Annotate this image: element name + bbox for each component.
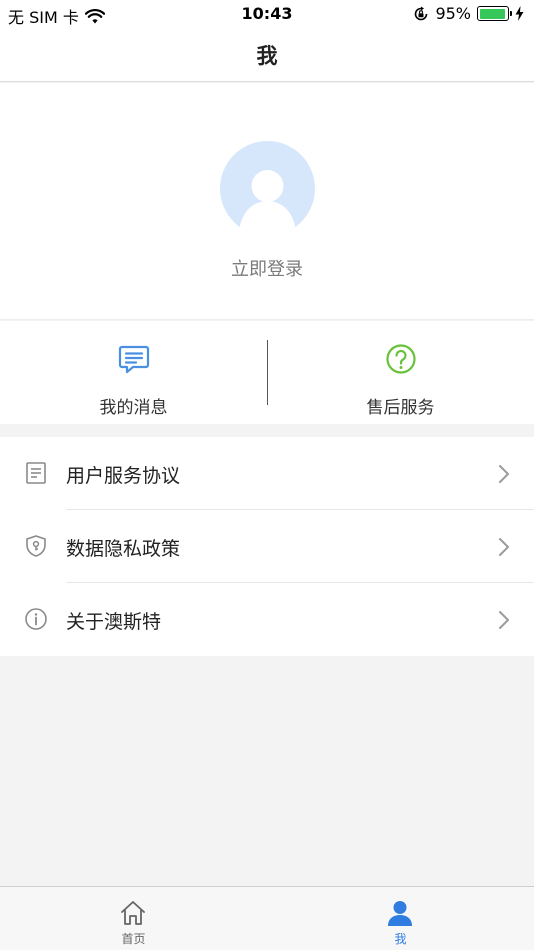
battery-percent: 95% [435,4,471,23]
tab-me[interactable]: 我 [267,887,534,950]
status-bar: 无 SIM 卡 10:43 95% [0,0,534,28]
battery-icon [477,6,512,21]
list-item-label: 用户服务协议 [66,465,181,487]
status-right: 95% [413,4,524,23]
tab-home-label: 首页 [121,932,146,946]
quick-actions: 我的消息 售后服务 [0,321,534,424]
home-icon [121,901,145,925]
chevron-right-icon [499,465,509,483]
list-item-label: 数据隐私政策 [66,538,181,560]
my-messages-button[interactable]: 我的消息 [0,321,267,424]
profile-header: 立即登录 [0,83,534,320]
message-icon [118,345,150,374]
tab-bar: 首页 我 [0,886,534,950]
chevron-right-icon [499,538,509,556]
page-title: 我 [256,43,278,68]
list-item-about[interactable]: 关于澳斯特 [0,583,534,656]
orientation-lock-icon [415,6,428,20]
avatar-placeholder-icon[interactable] [220,141,315,236]
login-button[interactable]: 立即登录 [0,255,534,281]
charging-icon [515,6,524,21]
my-messages-label: 我的消息 [99,398,168,418]
battery-fill [479,8,506,19]
list-item-label: 关于澳斯特 [66,611,162,633]
shield-lock-icon [26,535,46,557]
list-item-privacy-policy[interactable]: 数据隐私政策 [0,510,534,583]
document-icon [26,462,46,484]
user-icon [388,901,412,926]
tab-me-label: 我 [394,932,407,946]
info-icon [25,608,47,630]
list-item-user-agreement[interactable]: 用户服务协议 [0,437,534,510]
chevron-right-icon [499,611,509,629]
settings-list: 用户服务协议 数据隐私政策 关于澳斯特 [0,437,534,656]
after-sales-label: 售后服务 [366,398,435,418]
after-sales-button[interactable]: 售后服务 [267,321,534,424]
help-circle-icon [386,344,416,374]
screen: 无 SIM 卡 10:43 95% 我 立即登录 我的消息 售后服务 用户服务协… [0,0,534,950]
tab-home[interactable]: 首页 [0,887,267,950]
nav-bar: 我 [0,28,534,82]
